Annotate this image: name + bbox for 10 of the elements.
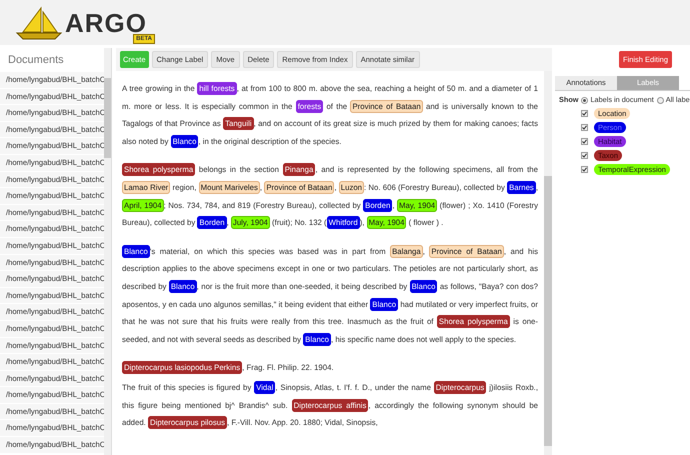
scrollbar[interactable] xyxy=(544,71,552,455)
scrollbar[interactable] xyxy=(104,48,111,455)
label-checkbox[interactable] xyxy=(581,110,588,117)
label-checkbox[interactable] xyxy=(581,166,588,173)
label-checkbox[interactable] xyxy=(581,138,588,145)
label-checkbox[interactable] xyxy=(581,124,588,131)
sailboat-logo-icon xyxy=(15,6,63,40)
panel-title: Documents xyxy=(7,52,65,68)
label-checkbox[interactable] xyxy=(581,152,588,159)
logo-text: ARGO xyxy=(65,10,147,36)
